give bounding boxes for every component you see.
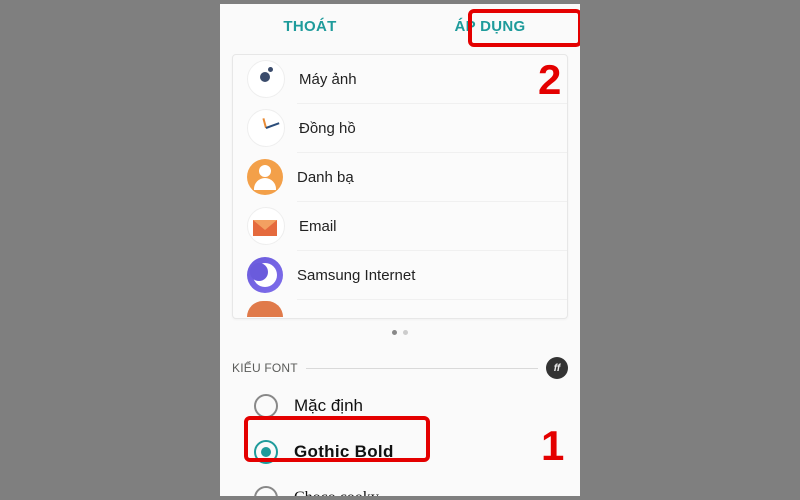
apply-button[interactable]: ÁP DỤNG (400, 4, 580, 48)
header-bar: THOÁT ÁP DỤNG (220, 4, 580, 48)
font-option-label: Mặc định (294, 396, 363, 416)
contacts-icon (247, 159, 283, 195)
partial-icon (247, 301, 283, 317)
radio-icon (254, 486, 278, 496)
clock-icon (247, 109, 285, 147)
font-options-list: Mặc định Gothic Bold Choco cooky (220, 383, 580, 496)
browser-icon (247, 257, 283, 293)
app-row-browser: Samsung Internet (233, 251, 567, 299)
dot-active (392, 330, 397, 335)
app-row-email: Email (233, 202, 567, 250)
app-label: Đồng hồ (299, 120, 567, 137)
app-label: Samsung Internet (297, 267, 567, 284)
divider-line (306, 368, 538, 369)
page-indicator (220, 319, 580, 345)
radio-selected-icon (254, 440, 278, 464)
annotation-number-1: 1 (541, 422, 564, 470)
app-label: Danh bạ (297, 169, 567, 186)
camera-icon (247, 60, 285, 98)
font-option-label: Gothic Bold (294, 442, 394, 462)
font-option-default[interactable]: Mặc định (220, 383, 580, 429)
ifont-badge-icon[interactable]: ff (546, 357, 568, 379)
exit-button[interactable]: THOÁT (220, 4, 400, 48)
font-option-label: Choco cooky (294, 489, 379, 496)
font-section-header: KIỂU FONT ff (220, 353, 580, 383)
font-option-gothic-bold[interactable]: Gothic Bold (220, 429, 580, 475)
app-label: Email (299, 218, 567, 235)
app-row-contacts: Danh bạ (233, 153, 567, 201)
annotation-number-2: 2 (538, 56, 561, 104)
email-icon (247, 207, 285, 245)
phone-screen: THOÁT ÁP DỤNG Máy ảnh Đồng hồ Danh bạ Em… (220, 4, 580, 496)
app-row-partial (233, 300, 567, 318)
app-row-clock: Đồng hồ (233, 104, 567, 152)
radio-icon (254, 394, 278, 418)
dot-inactive (403, 330, 408, 335)
screenshot-outer: THOÁT ÁP DỤNG Máy ảnh Đồng hồ Danh bạ Em… (0, 0, 800, 500)
font-preview-card: Máy ảnh Đồng hồ Danh bạ Email Samsung In… (232, 54, 568, 319)
app-label: Máy ảnh (299, 71, 567, 88)
section-title: KIỂU FONT (232, 361, 298, 375)
app-row-camera: Máy ảnh (233, 55, 567, 103)
font-option-choco-cooky[interactable]: Choco cooky (220, 475, 580, 496)
